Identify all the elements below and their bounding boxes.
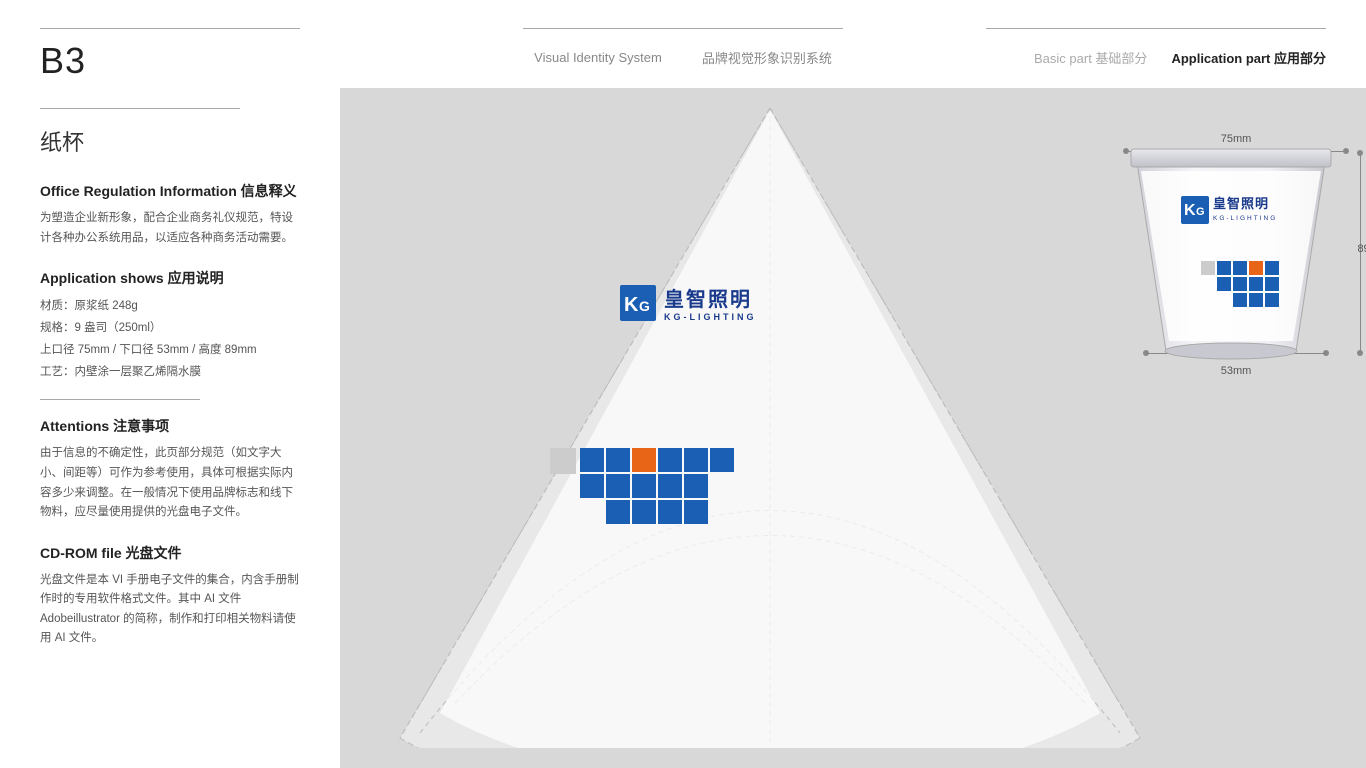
dim-dot-tr [1343, 148, 1349, 154]
header-right-content: Basic part 基础部分 Application part 应用部分 [1034, 48, 1326, 67]
header-center-content: Visual Identity System 品牌视觉形象识别系统 [534, 48, 832, 67]
main-area: K G 皇智照明 KG-LIGHTING [340, 88, 1366, 768]
page-code: B3 [40, 40, 86, 82]
dim-dot-rt [1357, 150, 1363, 156]
app-part-label: Application part 应用部分 [1171, 48, 1326, 67]
left-panel: 纸杯 Office Regulation Information 信息释义 为塑… [0, 88, 340, 768]
cup-svg: K G 皇智照明 KG-LIGHTING [1121, 141, 1341, 361]
svg-text:G: G [1196, 206, 1205, 218]
app-heading: Application shows 应用说明 [40, 268, 300, 288]
fan-brand-cn: 皇智照明 [664, 283, 757, 312]
svg-text:K: K [624, 294, 639, 316]
spec3: 上口径 75mm / 下口径 53mm / 高度 89mm [40, 340, 300, 362]
fan-brand-text: 皇智照明 KG-LIGHTING [664, 283, 757, 322]
pattern-gray-single [550, 448, 576, 474]
info-text: 为塑造企业新形象，配合企业商务礼仪规范，特设计各种办公系统用品，以适应各种商务活… [40, 209, 300, 248]
info-heading: Office Regulation Information 信息释义 [40, 181, 300, 201]
cdrom-heading: CD-ROM file 光盘文件 [40, 543, 300, 563]
header-top-divider [40, 28, 300, 29]
dim-dot-rb [1357, 350, 1363, 356]
basic-part-label: Basic part 基础部分 [1034, 48, 1147, 67]
fan-brand-row: K G 皇智照明 KG-LIGHTING [620, 283, 757, 322]
spec2: 规格：9 盎司（250ml） [40, 318, 300, 340]
svg-text:KG-LIGHTING: KG-LIGHTING [1213, 215, 1277, 222]
left-divider [40, 108, 240, 109]
fan-pattern [580, 448, 740, 553]
spec4: 工艺：内壁涂一层聚乙烯隔水膜 [40, 362, 300, 384]
dim-53-label: 53mm [1221, 365, 1252, 377]
brand-cn-label: 品牌视觉形象识别系统 [702, 48, 832, 67]
fan-kg-icon: K G [620, 285, 656, 321]
pattern-grid [580, 448, 740, 548]
svg-text:G: G [639, 298, 650, 314]
fan-svg [340, 88, 1200, 748]
svg-text:K: K [1184, 202, 1196, 219]
spec1: 材质：原浆纸 248g [40, 296, 300, 318]
section-title: 纸杯 [40, 125, 300, 157]
center-top-line [523, 28, 843, 29]
fan-brand-en: KG-LIGHTING [664, 312, 757, 322]
header: B3 Visual Identity System 品牌视觉形象识别系统 Bas… [0, 0, 1366, 88]
att-text: 由于信息的不确定性，此页部分规范（如文字大小、间距等）可作为参考使用，具体可根据… [40, 444, 300, 522]
fan-logo: K G 皇智照明 KG-LIGHTING [620, 283, 757, 326]
dim-89-label: 89mm [1357, 243, 1366, 255]
att-heading: Attentions 注意事项 [40, 416, 300, 436]
svg-text:皇智照明: 皇智照明 [1213, 196, 1269, 211]
section-divider [40, 399, 200, 400]
cdrom-text: 光盘文件是本 VI 手册电子文件的集合，内含手册制作时的专用软件格式文件。其中 … [40, 571, 300, 649]
right-top-line [986, 28, 1326, 29]
vis-identity-label: Visual Identity System [534, 50, 662, 65]
